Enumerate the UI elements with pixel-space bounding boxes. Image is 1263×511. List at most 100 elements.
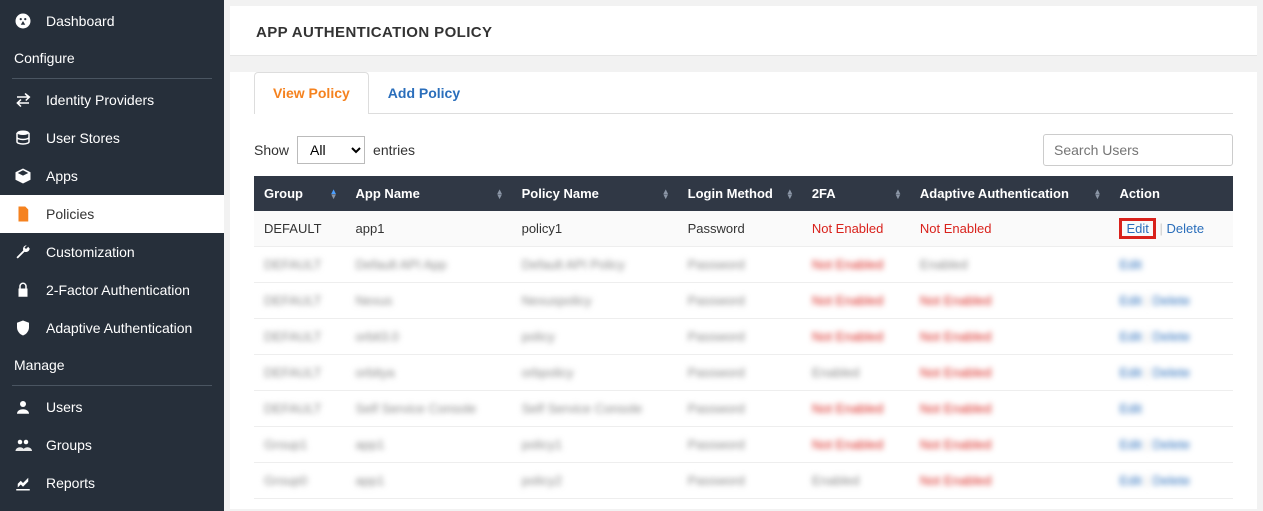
page-title: APP AUTHENTICATION POLICY (256, 24, 1231, 41)
main-content: APP AUTHENTICATION POLICY View Policy Ad… (224, 0, 1263, 511)
table-row: DEFAULTNexusNexuspolicyPasswordNot Enabl… (254, 283, 1233, 319)
user-icon (14, 398, 32, 416)
delete-link[interactable]: Delete (1152, 437, 1190, 452)
cell-action: Edit | Delete (1109, 355, 1233, 391)
table-row: DEFAULTorbit3.0policyPasswordNot Enabled… (254, 319, 1233, 355)
th-adaptive[interactable]: Adaptive Authentication▲▼ (910, 176, 1110, 211)
sidebar-item-label: Reports (46, 475, 95, 491)
cell-login: Password (678, 283, 802, 319)
cell-login: Password (678, 247, 802, 283)
sidebar-item-apps[interactable]: Apps (0, 157, 224, 195)
delete-link[interactable]: Delete (1152, 293, 1190, 308)
sidebar-item-label: Apps (46, 168, 78, 184)
sidebar-item-label: Policies (46, 206, 94, 222)
database-icon (14, 129, 32, 147)
cell-login: Password (678, 355, 802, 391)
sidebar-item-label: Dashboard (46, 13, 115, 29)
sidebar-item-dashboard[interactable]: Dashboard (0, 2, 224, 40)
cell-action: Edit | Delete (1109, 283, 1233, 319)
cell-app: Default API App (346, 247, 512, 283)
cell-login: Password (678, 211, 802, 247)
edit-link[interactable]: Edit (1119, 437, 1141, 452)
cell-login: Password (678, 319, 802, 355)
content-card: View Policy Add Policy Show All entries … (230, 72, 1257, 509)
sidebar-item-user-stores[interactable]: User Stores (0, 119, 224, 157)
cell-action: Edit (1109, 247, 1233, 283)
sidebar-item-2fa[interactable]: 2-Factor Authentication (0, 271, 224, 309)
edit-link[interactable]: Edit (1119, 257, 1141, 272)
table-row: DEFAULTDefault API AppDefault API Policy… (254, 247, 1233, 283)
sidebar-item-identity-providers[interactable]: Identity Providers (0, 81, 224, 119)
wrench-icon (14, 243, 32, 261)
tab-add-policy[interactable]: Add Policy (369, 72, 479, 113)
edit-link[interactable]: Edit (1119, 401, 1141, 416)
delete-link[interactable]: Delete (1152, 365, 1190, 380)
sidebar-item-reports[interactable]: Reports (0, 464, 224, 502)
cell-action: Edit | Delete (1109, 211, 1233, 247)
policy-table: Group▲▼ App Name▲▼ Policy Name▲▼ Login M… (254, 176, 1233, 499)
cell-group: DEFAULT (254, 211, 346, 247)
cell-policy: Default API Policy (512, 247, 678, 283)
cell-adaptive: Enabled (910, 247, 1110, 283)
cell-2fa: Not Enabled (802, 319, 910, 355)
cell-action: Edit | Delete (1109, 319, 1233, 355)
edit-link[interactable]: Edit (1119, 329, 1141, 344)
cell-2fa: Not Enabled (802, 427, 910, 463)
edit-link[interactable]: Edit (1119, 218, 1155, 239)
sidebar-item-policies[interactable]: Policies (0, 195, 224, 233)
cell-2fa: Not Enabled (802, 247, 910, 283)
cell-policy: policy1 (512, 211, 678, 247)
cell-group: DEFAULT (254, 283, 346, 319)
th-login-method[interactable]: Login Method▲▼ (678, 176, 802, 211)
dashboard-icon (14, 12, 32, 30)
tab-view-policy[interactable]: View Policy (254, 72, 369, 114)
th-app-name[interactable]: App Name▲▼ (346, 176, 512, 211)
entries-select[interactable]: All (297, 136, 365, 164)
th-group[interactable]: Group▲▼ (254, 176, 346, 211)
document-icon (14, 205, 32, 223)
sidebar-item-label: Adaptive Authentication (46, 320, 192, 336)
cell-login: Password (678, 463, 802, 499)
delete-link[interactable]: Delete (1152, 329, 1190, 344)
sidebar-item-label: 2-Factor Authentication (46, 282, 190, 298)
cell-policy: Nexuspolicy (512, 283, 678, 319)
sidebar-item-label: Groups (46, 437, 92, 453)
cell-policy: Self Service Console (512, 391, 678, 427)
cell-login: Password (678, 427, 802, 463)
cell-login: Password (678, 391, 802, 427)
sidebar-item-groups[interactable]: Groups (0, 426, 224, 464)
th-2fa[interactable]: 2FA▲▼ (802, 176, 910, 211)
cell-adaptive: Not Enabled (910, 391, 1110, 427)
sidebar-item-adaptive-auth[interactable]: Adaptive Authentication (0, 309, 224, 347)
sidebar-item-label: User Stores (46, 130, 120, 146)
cell-action: Edit (1109, 391, 1233, 427)
cell-app: orbitya (346, 355, 512, 391)
cell-group: DEFAULT (254, 247, 346, 283)
cell-policy: policy2 (512, 463, 678, 499)
shield-icon (14, 319, 32, 337)
sidebar-item-users[interactable]: Users (0, 388, 224, 426)
cell-group: Group1 (254, 427, 346, 463)
table-row: DEFAULTorbityaorbpolicyPasswordEnabledNo… (254, 355, 1233, 391)
cell-adaptive: Not Enabled (910, 427, 1110, 463)
edit-link[interactable]: Edit (1119, 365, 1141, 380)
table-row: DEFAULTSelf Service ConsoleSelf Service … (254, 391, 1233, 427)
entries-label: entries (373, 142, 415, 158)
table-header-row: Group▲▼ App Name▲▼ Policy Name▲▼ Login M… (254, 176, 1233, 211)
show-entries: Show All entries (254, 136, 415, 164)
cell-adaptive: Not Enabled (910, 283, 1110, 319)
edit-link[interactable]: Edit (1119, 473, 1141, 488)
edit-link[interactable]: Edit (1119, 293, 1141, 308)
search-input[interactable] (1043, 134, 1233, 166)
table-controls: Show All entries (254, 134, 1233, 166)
cell-policy: policy (512, 319, 678, 355)
delete-link[interactable]: Delete (1152, 473, 1190, 488)
table-body: DEFAULTapp1policy1PasswordNot EnabledNot… (254, 211, 1233, 499)
th-policy-name[interactable]: Policy Name▲▼ (512, 176, 678, 211)
swap-icon (14, 91, 32, 109)
delete-link[interactable]: Delete (1166, 221, 1204, 236)
show-label: Show (254, 142, 289, 158)
cell-group: Group0 (254, 463, 346, 499)
cell-app: orbit3.0 (346, 319, 512, 355)
sidebar-item-customization[interactable]: Customization (0, 233, 224, 271)
